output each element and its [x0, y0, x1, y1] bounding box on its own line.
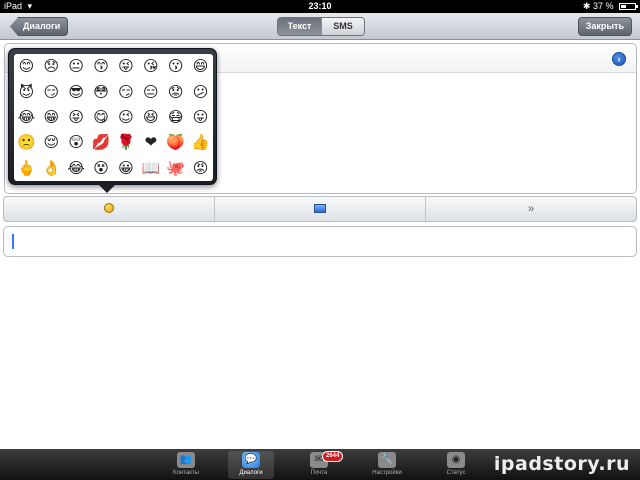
status-right: ✱ 37 %: [582, 0, 638, 13]
compose-toolbar: »: [3, 196, 637, 222]
emoji-item[interactable]: 😁: [39, 105, 64, 130]
message-input[interactable]: [3, 226, 637, 257]
segment-sms[interactable]: SMS: [321, 18, 364, 35]
emoji-item[interactable]: 😗: [163, 54, 188, 79]
emoji-item[interactable]: 💋: [89, 130, 114, 155]
status-bar: iPad ▾ 23:10 ✱ 37 %: [0, 0, 640, 13]
emoji-item[interactable]: 😕: [188, 79, 213, 104]
more-button[interactable]: »: [426, 197, 636, 221]
emoji-item[interactable]: 😙: [89, 54, 114, 79]
bluetooth-icon: ✱: [582, 1, 591, 11]
emoji-item[interactable]: 👌: [39, 156, 64, 181]
segment-text[interactable]: Текст: [278, 18, 321, 35]
battery-icon: [619, 3, 638, 10]
emoji-item[interactable]: 🖕: [14, 156, 39, 181]
contacts-icon: 👥: [177, 452, 195, 468]
emoji-item[interactable]: 🍑: [163, 130, 188, 155]
smiley-button[interactable]: [4, 197, 215, 221]
emoji-item[interactable]: 😎: [64, 79, 89, 104]
close-button[interactable]: Закрыть: [577, 17, 632, 36]
tab-dialogs[interactable]: 💬 Диалоги: [228, 451, 274, 479]
tab-dialogs-label: Диалоги: [239, 470, 263, 476]
emoji-item[interactable]: 😉: [114, 105, 139, 130]
emoji-item[interactable]: 😄: [188, 54, 213, 79]
emoji-item[interactable]: 🙁: [14, 130, 39, 155]
photo-button[interactable]: [215, 197, 426, 221]
tab-contacts-label: Контакты: [173, 470, 199, 476]
tab-contacts[interactable]: 👥 Контакты: [163, 451, 209, 479]
clock: 23:10: [308, 1, 332, 11]
tab-settings[interactable]: 🔧 Настройки: [364, 451, 410, 479]
emoji-item[interactable]: 😐: [64, 54, 89, 79]
wrench-icon: 🔧: [378, 452, 396, 468]
tab-status[interactable]: ◉ Статус: [433, 451, 479, 479]
tab-settings-label: Настройки: [372, 470, 402, 476]
emoji-item[interactable]: 😌: [39, 130, 64, 155]
emoji-popover: 😊 😞 😐 😙 😜 😘 😗 😄 😈 😏 😎 😳 😏 😑 😟 😕 😂 😁 😝 😋 😉 😆 😷 😛 🙁 😌 😲 💋 🌹 ❤ 🍑 👍 🖕 👌 😂 😵 😀 📖 🐙 😡: [8, 48, 217, 193]
tab-bar: 👥 Контакты 💬 Диалоги ✉ 2644 Почта 🔧 Наст…: [0, 449, 640, 480]
emoji-item[interactable]: 😊: [14, 54, 39, 79]
photo-icon: [314, 203, 326, 213]
tab-mail[interactable]: ✉ 2644 Почта: [296, 451, 344, 479]
emoji-item[interactable]: 😝: [64, 105, 89, 130]
emoji-item[interactable]: 😑: [138, 79, 163, 104]
emoji-item[interactable]: 😀: [114, 156, 139, 181]
emoji-item[interactable]: 🐙: [163, 156, 188, 181]
navigation-bar: Диалоги Текст SMS Закрыть: [0, 13, 640, 40]
message-type-segmented-control: Текст SMS: [277, 17, 365, 36]
emoji-item[interactable]: ❤: [138, 130, 163, 155]
mail-badge: 2644: [322, 451, 344, 462]
emoji-item[interactable]: 😲: [64, 130, 89, 155]
text-caret: [12, 234, 14, 249]
emoji-item[interactable]: 👍: [188, 130, 213, 155]
emoji-item[interactable]: 😂: [64, 156, 89, 181]
emoji-item[interactable]: 😘: [138, 54, 163, 79]
smiley-icon: [104, 203, 114, 214]
emoji-item[interactable]: 😏: [114, 79, 139, 104]
emoji-item[interactable]: 😈: [14, 79, 39, 104]
go-arrow-icon[interactable]: ›: [612, 52, 626, 66]
emoji-item[interactable]: 😵: [89, 156, 114, 181]
double-chevron-right-icon: »: [527, 203, 535, 215]
emoji-item[interactable]: 😳: [89, 79, 114, 104]
tab-mail-label: Почта: [310, 470, 328, 476]
emoji-item[interactable]: 😆: [138, 105, 163, 130]
emoji-item[interactable]: 😟: [163, 79, 188, 104]
emoji-grid: 😊 😞 😐 😙 😜 😘 😗 😄 😈 😏 😎 😳 😏 😑 😟 😕 😂 😁 😝 😋 😉 😆 😷 😛 🙁 😌 😲 💋 🌹 ❤ 🍑 👍 🖕 👌 😂 😵 😀 📖 🐙 😡: [14, 54, 213, 181]
battery-percent: 37 %: [592, 1, 614, 11]
battery-fill: [621, 5, 626, 8]
watermark: ipadstory.ru: [493, 453, 630, 475]
emoji-item[interactable]: 😞: [39, 54, 64, 79]
emoji-item[interactable]: 😜: [114, 54, 139, 79]
tab-status-label: Статус: [446, 470, 466, 476]
emoji-item[interactable]: 😛: [188, 105, 213, 130]
emoji-item[interactable]: 😷: [163, 105, 188, 130]
emoji-item[interactable]: 😡: [188, 156, 213, 181]
back-button[interactable]: Диалоги: [10, 17, 69, 36]
emoji-item[interactable]: 🌹: [114, 130, 139, 155]
chat-bubble-icon: 💬: [242, 452, 260, 468]
emoji-item[interactable]: 😏: [39, 79, 64, 104]
emoji-item[interactable]: 😂: [14, 105, 39, 130]
status-icon: ◉: [447, 452, 465, 468]
emoji-item[interactable]: 😋: [89, 105, 114, 130]
emoji-item[interactable]: 📖: [138, 156, 163, 181]
